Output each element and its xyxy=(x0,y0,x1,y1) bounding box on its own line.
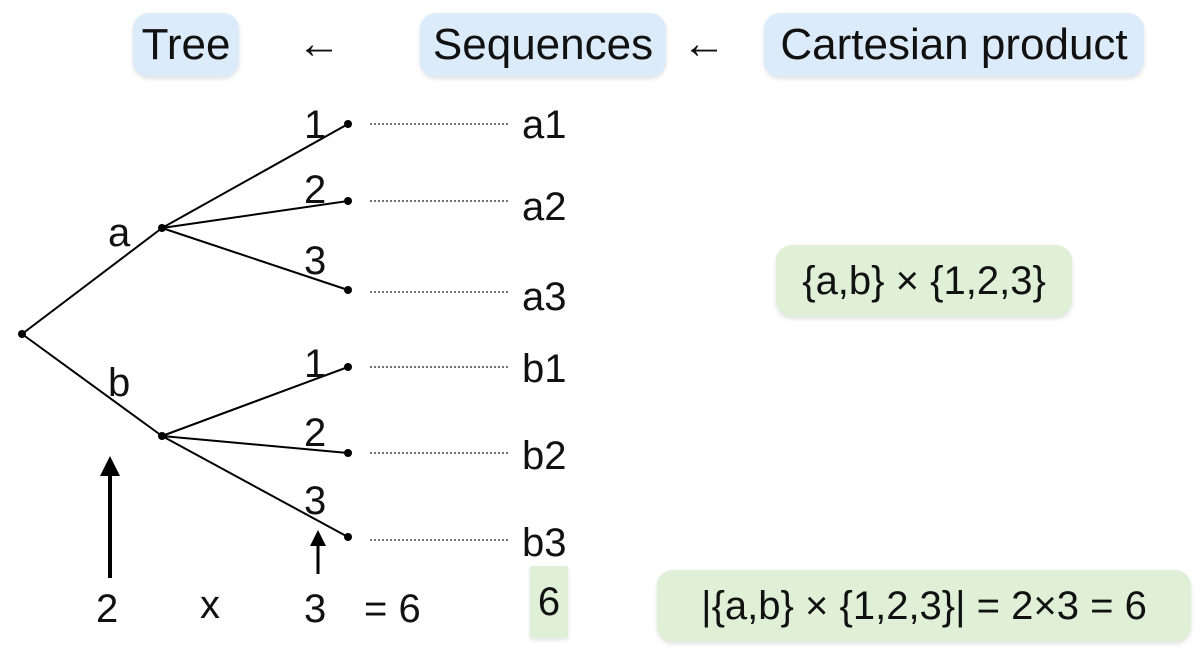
leaf-node xyxy=(344,449,352,457)
sequence-label: a1 xyxy=(522,103,567,147)
cartesian-product-formula: {a,b} × {1,2,3} xyxy=(776,245,1072,317)
count-left: 2 xyxy=(96,587,118,631)
sequence-label: b2 xyxy=(522,434,567,478)
cardinality-formula: |{a,b} × {1,2,3}| = 2×3 = 6 xyxy=(657,570,1191,642)
branch-label: 3 xyxy=(304,479,326,523)
node-a xyxy=(158,224,166,232)
leaf-node xyxy=(344,120,352,128)
leaf-node xyxy=(344,197,352,205)
leaf-node xyxy=(344,533,352,541)
sequence-label: a3 xyxy=(522,275,567,319)
branch-label: b xyxy=(108,361,130,405)
times-sign: x xyxy=(200,583,220,627)
branch-label: 1 xyxy=(304,103,326,147)
arrow-up-icon xyxy=(310,530,326,574)
leaf-node xyxy=(344,363,352,371)
branch-label: a xyxy=(108,211,131,255)
leaf-node xyxy=(344,286,352,294)
node-b xyxy=(158,432,166,440)
tree-diagram: a b 1 2 3 1 2 3 a1 a2 a3 b1 b2 b3 2 x 3 … xyxy=(18,103,567,631)
branch-label: 3 xyxy=(304,239,326,283)
root-node xyxy=(18,330,26,338)
branch-label: 2 xyxy=(304,411,326,455)
sequence-count-box: 6 xyxy=(530,566,568,638)
count-right: 3 xyxy=(304,587,326,631)
sequence-label: b1 xyxy=(522,347,567,391)
count-result: = 6 xyxy=(364,587,421,631)
branch-label: 2 xyxy=(304,168,326,212)
sequence-label: a2 xyxy=(522,185,567,229)
arrow-up-icon xyxy=(100,456,120,578)
branch-label: 1 xyxy=(304,342,326,386)
sequence-label: b3 xyxy=(522,521,567,565)
